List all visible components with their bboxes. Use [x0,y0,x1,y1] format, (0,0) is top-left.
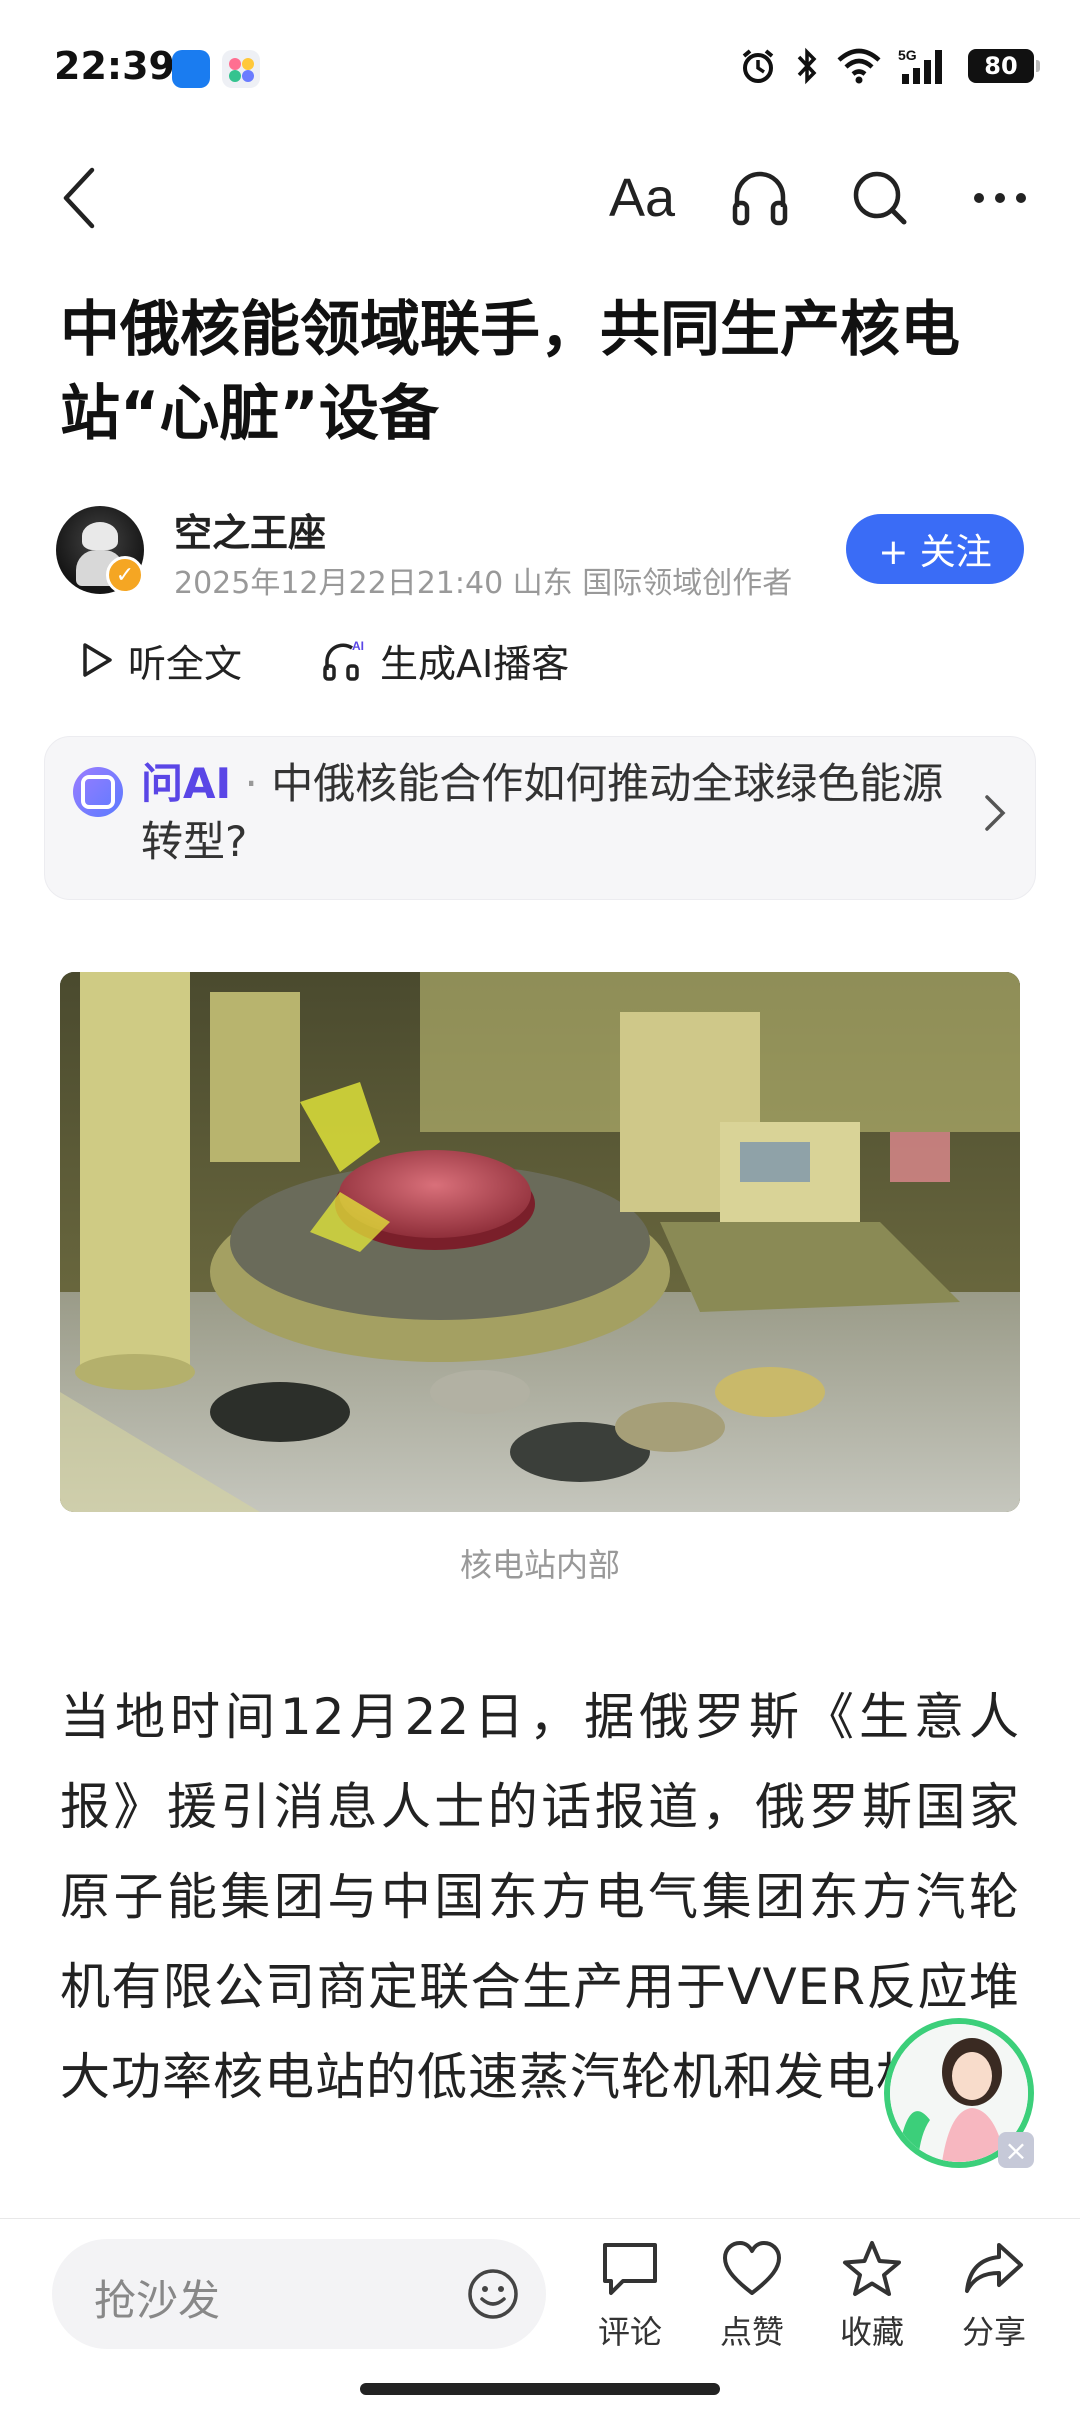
ai-logo-icon [73,767,123,817]
follow-button[interactable]: + 关注 [846,514,1024,584]
status-indicators: 5G 80 [738,44,1040,88]
chevron-right-icon [985,795,1006,831]
status-time: 22:39 [54,44,175,88]
ai-headphones-icon: AI [323,639,364,681]
back-icon [63,167,95,229]
close-assistant-button[interactable]: × [998,2132,1034,2168]
font-size-button[interactable]: Aa [602,158,682,238]
more-button[interactable] [960,158,1040,238]
heart-icon [723,2241,781,2295]
listen-row: 听全文 AI 生成AI播客 [0,630,1080,690]
comment-icon [603,2243,657,2295]
comment-label: 评论 [597,2313,662,2351]
search-icon [853,171,907,225]
verified-badge-icon: ✓ [106,556,144,594]
wifi-icon [837,48,881,84]
ask-ai-text: 问AI · 中俄核能合作如何推动全球绿色能源转型? [141,755,961,871]
article-photo[interactable] [60,972,1020,1512]
comment-placeholder: 抢沙发 [94,2276,221,2325]
ask-ai-separator: · [231,759,272,808]
favorite-button[interactable]: 收藏 [822,2239,922,2359]
podcast-label: 生成AI播客 [380,641,570,686]
article-title: 中俄核能领域联手，共同生产核电站“心脏”设备 [60,295,960,449]
emoji-icon[interactable] [466,2267,520,2321]
like-label: 点赞 [719,2313,784,2351]
ai-podcast-button[interactable]: AI 生成AI播客 [322,630,569,690]
signal-icon: 5G [898,47,942,84]
bottom-action-bar: 抢沙发 评论 点赞 收藏 分享 [0,2218,1080,2412]
alarm-icon [742,49,774,83]
favorite-label: 收藏 [839,2313,904,2351]
svg-text:AI: AI [352,639,364,653]
ask-ai-label: 问AI [141,759,232,808]
article-toolbar: Aa [0,140,1080,250]
more-icon [974,193,1026,203]
app-notification-icon [172,50,210,88]
app-notification-icon [222,50,260,88]
share-label: 分享 [961,2313,1026,2351]
listen-label: 听全文 [128,641,243,686]
svg-text:5G: 5G [898,47,917,63]
bluetooth-icon [797,47,817,85]
play-icon [83,643,112,677]
author-meta: 2025年12月22日21:40 山东 国际领域创作者 [174,566,793,601]
close-icon: × [1004,2133,1028,2167]
comment-button[interactable]: 评论 [580,2239,680,2359]
listen-button[interactable] [720,158,800,238]
article-page: 22:39 5G 80 Aa 中俄核能领域联手，共同生产核电站“心脏”设备 ✓ … [0,0,1080,2412]
photo-caption: 核电站内部 [459,1546,620,1584]
comment-input[interactable]: 抢沙发 [52,2239,546,2349]
article-body: 当地时间12月22日，据俄罗斯《生意人报》援引消息人士的话报道，俄罗斯国家原子能… [60,1688,1020,2106]
back-button[interactable] [40,158,120,238]
headphones-icon [732,171,788,226]
share-button[interactable]: 分享 [944,2239,1044,2359]
like-button[interactable]: 点赞 [702,2239,802,2359]
ask-ai-card[interactable]: 问AI · 中俄核能合作如何推动全球绿色能源转型? [44,736,1036,900]
author-name[interactable]: 空之王座 [174,502,326,557]
share-icon [965,2243,1023,2293]
font-size-icon: Aa [608,168,676,228]
listen-full-text-button[interactable]: 听全文 [80,630,242,690]
search-button[interactable] [840,158,920,238]
reactor-hall-image [60,972,1020,1512]
home-indicator[interactable] [360,2383,720,2395]
star-icon [843,2241,901,2296]
battery-indicator: 80 [968,49,1040,83]
status-bar: 22:39 5G 80 [0,0,1080,140]
